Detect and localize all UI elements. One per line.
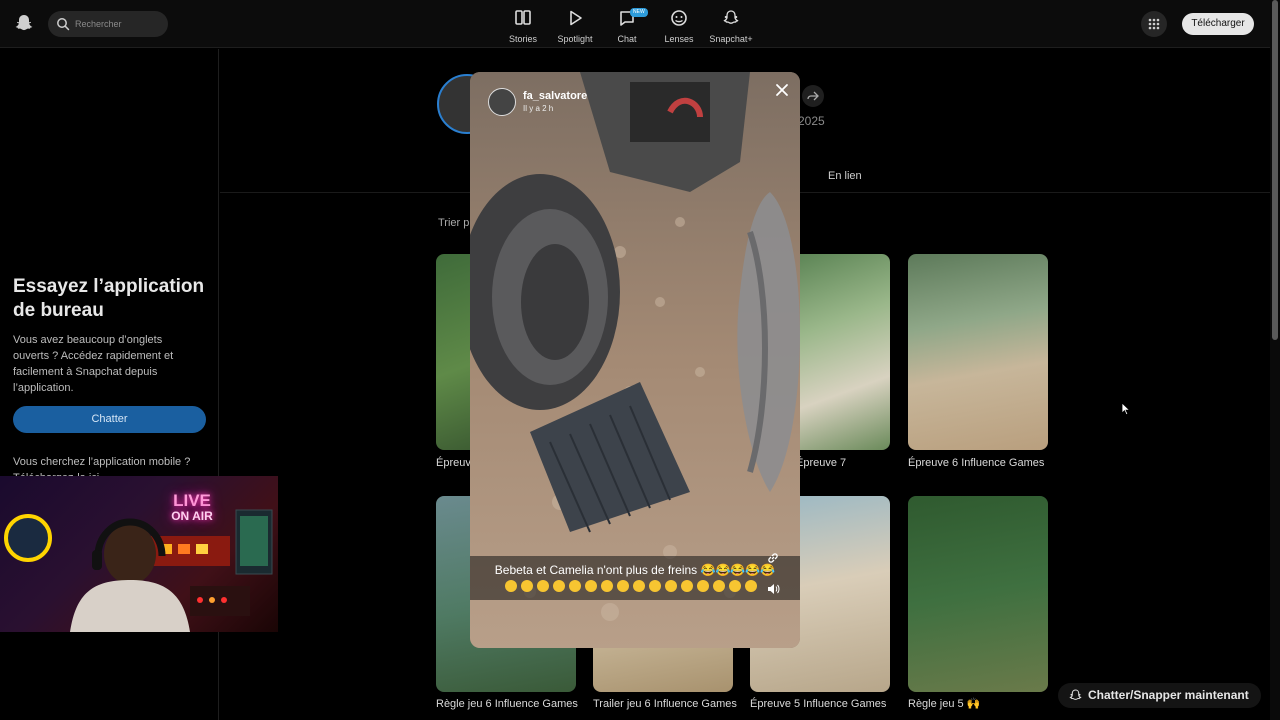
live-on-air-sign: LIVE ON AIR	[164, 492, 220, 523]
story-username[interactable]: fa_salvatore	[523, 90, 587, 102]
chat-snap-now-label: Chatter/Snapper maintenant	[1088, 688, 1249, 702]
sidebar-text: Vous avez beaucoup d’onglets ouverts ? A…	[13, 334, 174, 394]
sidebar-title: Essayez l’application de bureau	[13, 276, 205, 321]
search-input[interactable]	[75, 16, 163, 32]
nav-label: Stories	[508, 34, 537, 44]
snapchat-plus-icon	[723, 10, 739, 24]
story-timestamp: Il y a 2 h	[523, 104, 554, 113]
nav-label: Chat	[617, 34, 637, 44]
profile-date: 2025	[798, 114, 825, 128]
close-icon[interactable]	[772, 80, 792, 100]
volume-icon[interactable]	[766, 582, 780, 596]
sort-label[interactable]: Trier p	[438, 217, 469, 229]
chat-button[interactable]: Chatter	[13, 406, 206, 433]
nav-label: Lenses	[664, 34, 694, 44]
live-text: LIVE	[173, 491, 211, 510]
nav-chat[interactable]: NEW Chat	[602, 8, 652, 44]
new-badge: NEW	[630, 8, 648, 17]
search-icon	[57, 18, 70, 31]
search-bar[interactable]	[48, 11, 168, 37]
tab-related[interactable]: En lien	[828, 170, 862, 182]
scrollbar-thumb[interactable]	[1272, 0, 1278, 340]
stories-icon	[515, 10, 531, 25]
share-icon	[807, 91, 819, 101]
tile-caption: Règle jeu 5 🙌	[908, 698, 981, 710]
story-tile[interactable]	[908, 496, 1048, 692]
tile-caption: Épreuve 6 Influence Games	[908, 457, 1045, 469]
page-scrollbar[interactable]	[1270, 0, 1280, 720]
webcam-overlay: LIVE ON AIR	[0, 476, 278, 632]
download-button[interactable]: Télécharger	[1182, 13, 1254, 35]
webcam-scene	[4, 509, 273, 632]
mouse-cursor-icon	[1121, 402, 1131, 416]
story-user-avatar[interactable]	[488, 88, 516, 116]
tile-caption: Épreuve 5 Influence Games	[750, 698, 887, 710]
chat-snap-now-button[interactable]: Chatter/Snapper maintenant	[1058, 683, 1261, 708]
grid-icon	[1148, 18, 1160, 30]
top-bar: Stories Spotlight NEW Chat Lenses Snapch…	[0, 0, 1270, 48]
spotlight-icon	[570, 10, 582, 26]
tile-caption: Règle jeu 6 Influence Games	[436, 698, 578, 710]
nav-snapchat-plus[interactable]: Snapchat+	[706, 8, 756, 44]
laughing-emoji-row-icon	[505, 580, 757, 592]
tile-caption: Trailer jeu 6 Influence Games	[593, 698, 737, 710]
on-air-text: ON AIR	[171, 509, 213, 523]
story-caption: Bebeta et Camelia n'ont plus de freins 😂…	[494, 563, 776, 577]
nav-label: Spotlight	[557, 34, 593, 44]
snapchat-logo-icon[interactable]	[14, 13, 34, 33]
lenses-icon	[671, 10, 687, 26]
link-icon[interactable]	[766, 551, 780, 565]
share-button[interactable]	[802, 85, 824, 107]
nav-stories[interactable]: Stories	[498, 8, 548, 44]
nav-label: Snapchat+	[709, 34, 753, 44]
nav-lenses[interactable]: Lenses	[654, 8, 704, 44]
story-tile[interactable]	[908, 254, 1048, 450]
apps-grid-button[interactable]	[1141, 11, 1167, 37]
sidebar-mobile-text: Vous cherchez l’application mobile ? Tél…	[13, 456, 191, 476]
nav-spotlight[interactable]: Spotlight	[550, 8, 600, 44]
ghost-icon	[1069, 689, 1082, 700]
